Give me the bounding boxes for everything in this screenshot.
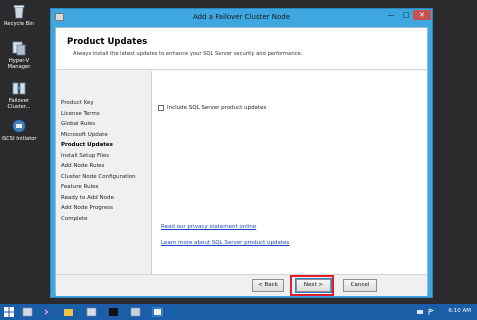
iscsi-initiator-shortcut[interactable]: iSCSI Initiator [0, 118, 38, 142]
step-add-node-progress: Add Node Progress [61, 205, 113, 211]
step-add-node-rules: Add Node Rules [61, 163, 105, 169]
setup-taskbar-icon[interactable] [130, 307, 141, 317]
add-cluster-node-window: Add a Failover Cluster Node — □ ✕ Produc… [50, 8, 433, 298]
failover-cluster-shortcut[interactable]: Failover Cluster... [0, 80, 38, 110]
taskbar: 6:10 AM [0, 304, 477, 320]
minimize-button[interactable]: — [384, 10, 398, 20]
notification-arrow-icon[interactable] [406, 308, 414, 316]
file-explorer-icon[interactable] [63, 307, 74, 317]
windows-start-icon[interactable] [4, 307, 14, 317]
step-ready-to-add-node: Ready to Add Node [61, 194, 114, 201]
page-title: Product Updates [67, 37, 148, 47]
learn-more-updates-link[interactable]: Learn more about SQL Server product upda… [161, 240, 289, 246]
failover-cluster-icon [12, 82, 26, 95]
hyperv-manager-label: Hyper-V Manager [7, 58, 31, 70]
step-product-key: Product Key [61, 100, 94, 106]
wizard-footer: < Back Next > Cancel [56, 274, 427, 296]
back-button[interactable]: < Back [252, 279, 284, 292]
maximize-button[interactable]: □ [399, 10, 413, 20]
network-icon[interactable] [416, 308, 424, 316]
include-updates-option[interactable]: Include SQL Server product updates [158, 105, 266, 111]
next-button[interactable]: Next > [295, 278, 332, 293]
include-updates-label[interactable]: Include SQL Server product updates [167, 105, 266, 111]
step-global-rules: Global Rules [61, 121, 96, 127]
sql-setup-taskbar-icon[interactable] [152, 307, 163, 317]
privacy-statement-link[interactable]: Read our privacy statement online [161, 224, 256, 230]
step-complete: Complete [61, 215, 88, 222]
taskbar-clock[interactable]: 6:10 AM [448, 308, 471, 314]
wizard-step-list: Product Key License Terms Global Rules M… [57, 75, 149, 271]
window-titlebar[interactable]: Add a Failover Cluster Node — □ ✕ [51, 9, 432, 27]
step-microsoft-update: Microsoft Update [61, 131, 108, 138]
hyperv-manager-icon [12, 41, 26, 56]
cluster-manager-taskbar-icon[interactable] [86, 307, 97, 317]
wizard-header: Product Updates Always install the lates… [56, 28, 427, 70]
page-subtitle: Always install the latest updates to enh… [73, 51, 303, 57]
hyperv-manager-shortcut[interactable]: Hyper-V Manager [0, 40, 38, 70]
step-product-updates: Product Updates [61, 142, 113, 148]
include-updates-checkbox[interactable] [158, 105, 164, 111]
cancel-button[interactable]: Cancel [343, 279, 377, 292]
iscsi-initiator-icon [12, 119, 26, 133]
flag-icon[interactable] [427, 308, 435, 316]
close-button[interactable]: ✕ [413, 10, 431, 20]
wizard-client-area: Product Updates Always install the lates… [55, 27, 428, 296]
powershell-icon[interactable] [42, 307, 53, 317]
recycle-bin-icon [13, 5, 25, 19]
iscsi-initiator-label: iSCSI Initiator [1, 136, 37, 142]
step-feature-rules: Feature Rules [61, 184, 99, 190]
window-title: Add a Failover Cluster Node [192, 13, 291, 21]
command-prompt-icon[interactable] [108, 307, 119, 317]
server-manager-icon[interactable] [22, 307, 33, 317]
failover-cluster-label: Failover Cluster... [7, 98, 31, 110]
recycle-bin-label: Recycle Bin [4, 21, 34, 27]
step-cluster-node-configuration: Cluster Node Configuration [61, 173, 136, 180]
recycle-bin-shortcut[interactable]: Recycle Bin [0, 3, 38, 27]
step-install-setup-files: Install Setup Files [61, 152, 110, 159]
step-license-terms: License Terms [61, 110, 100, 117]
